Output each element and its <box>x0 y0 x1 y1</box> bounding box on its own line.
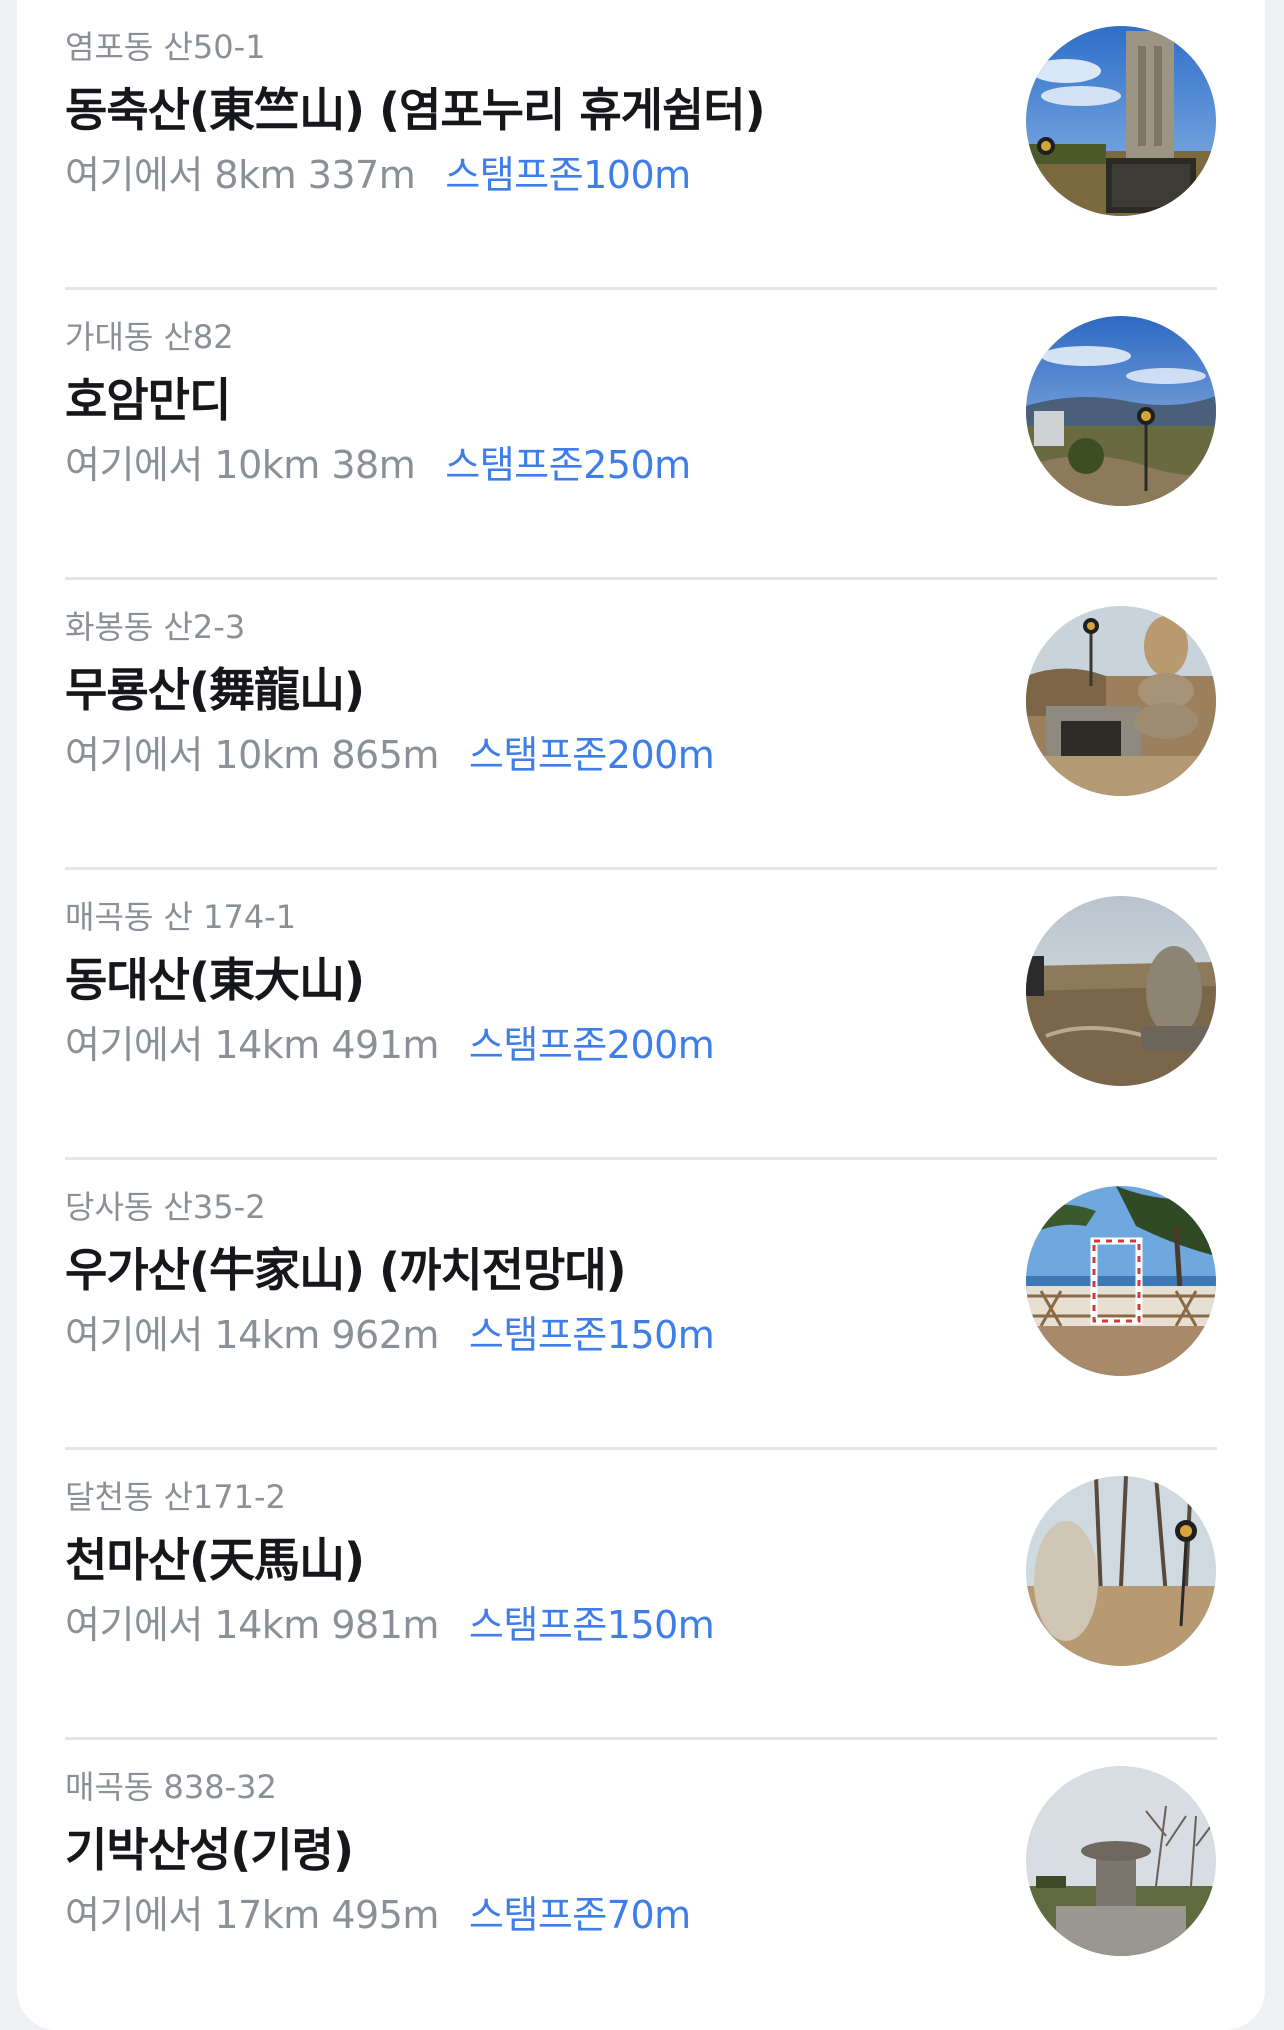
spot-distance: 여기에서 10km 38m <box>65 443 416 487</box>
stamp-zone-radius: 스탬프존70m <box>468 1893 691 1937</box>
stamp-spot-list: 염포동 산50-1 동축산(東竺山) (염포누리 휴게쉼터) 여기에서 8km … <box>65 0 1217 2030</box>
summit-stone-photo[interactable] <box>1026 606 1216 796</box>
list-item[interactable]: 가대동 산82 호암만디 여기에서 10km 38m 스탬프존250m <box>65 290 1217 580</box>
summit-marker-photo[interactable] <box>1026 1476 1216 1666</box>
stamp-zone-radius: 스탬프존100m <box>445 153 691 197</box>
spot-address: 가대동 산82 <box>65 318 234 356</box>
stamp-zone-radius: 스탬프존150m <box>468 1603 715 1647</box>
spot-address: 매곡동 838-32 <box>65 1768 277 1806</box>
spot-distance: 여기에서 8km 337m <box>65 153 416 197</box>
fortress-ruins-photo[interactable] <box>1026 1766 1216 1956</box>
spot-distance: 여기에서 14km 981m <box>65 1603 439 1647</box>
list-item[interactable]: 염포동 산50-1 동축산(東竺山) (염포누리 휴게쉼터) 여기에서 8km … <box>65 0 1217 290</box>
spot-distance: 여기에서 17km 495m <box>65 1893 439 1937</box>
list-item[interactable]: 매곡동 산 174-1 동대산(東大山) 여기에서 14km 491m 스탬프존2… <box>65 870 1217 1160</box>
stamp-zone-radius: 스탬프존250m <box>445 443 691 487</box>
summit-field-photo[interactable] <box>1026 896 1216 1086</box>
spot-distance: 여기에서 14km 962m <box>65 1313 439 1357</box>
spot-distance: 여기에서 10km 865m <box>65 733 439 777</box>
stamp-zone-radius: 스탬프존200m <box>468 1023 715 1067</box>
spot-address: 화봉동 산2-3 <box>65 608 246 646</box>
spot-address: 염포동 산50-1 <box>65 28 266 66</box>
spot-address: 매곡동 산 174-1 <box>65 898 297 936</box>
stamp-spot-list-card: 염포동 산50-1 동축산(東竺山) (염포누리 휴게쉼터) 여기에서 8km … <box>17 0 1265 2030</box>
spot-address: 달천동 산171-2 <box>65 1478 286 1516</box>
list-item[interactable]: 당사동 산35-2 우가산(牛家山) (까치전망대) 여기에서 14km 962… <box>65 1160 1217 1450</box>
stamp-zone-radius: 스탬프존150m <box>468 1313 715 1357</box>
summit-monument-photo[interactable] <box>1026 26 1216 216</box>
list-item[interactable]: 매곡동 838-32 기박산성(기령) 여기에서 17km 495m 스탬프존70… <box>65 1740 1217 2030</box>
spot-distance: 여기에서 14km 491m <box>65 1023 439 1067</box>
mountain-view-photo[interactable] <box>1026 316 1216 506</box>
stamp-zone-radius: 스탬프존200m <box>468 733 715 777</box>
list-item[interactable]: 화봉동 산2-3 무룡산(舞龍山) 여기에서 10km 865m 스탬프존200m <box>65 580 1217 870</box>
observatory-deck-photo[interactable] <box>1026 1186 1216 1376</box>
list-item[interactable]: 달천동 산171-2 천마산(天馬山) 여기에서 14km 981m 스탬프존15… <box>65 1450 1217 1740</box>
spot-address: 당사동 산35-2 <box>65 1188 266 1226</box>
